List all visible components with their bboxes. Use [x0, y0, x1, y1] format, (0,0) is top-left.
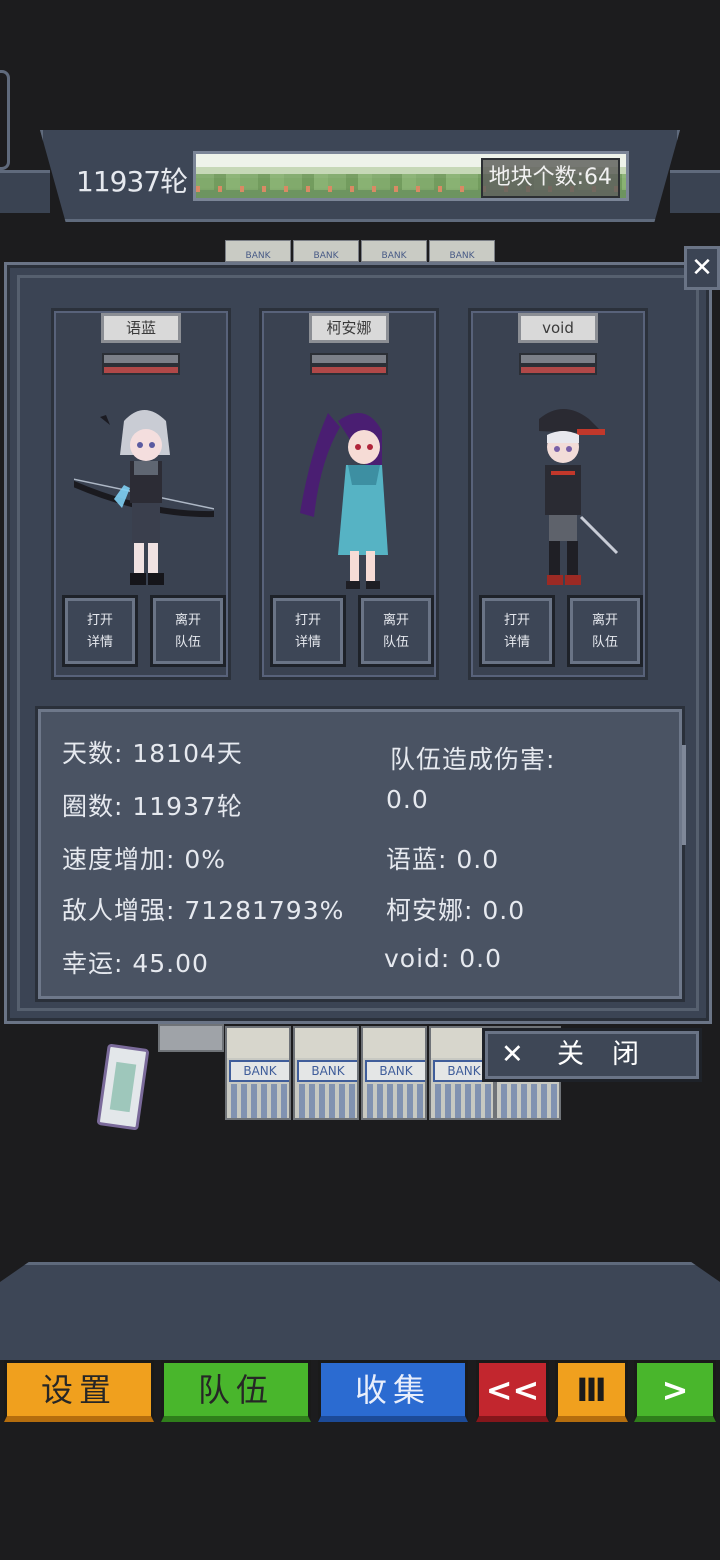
top-bank-tiles: BANK BANK BANK BANK: [225, 240, 497, 262]
member-name: void: [518, 313, 598, 343]
pause-button[interactable]: Ⅲ: [555, 1360, 628, 1422]
team-button[interactable]: 队伍: [161, 1360, 311, 1422]
mp-bar: [519, 365, 597, 375]
party-member-card: 柯安娜 打开 详情 离开 队伍: [259, 308, 439, 680]
bank-tile: BANK: [361, 240, 427, 262]
play-button[interactable]: >: [634, 1360, 716, 1422]
map-progress-strip: 地块个数:64: [193, 151, 629, 201]
bank-tile: BANK: [293, 1026, 359, 1120]
bank-tile: BANK: [429, 240, 495, 262]
close-button-label: 关闭: [557, 1039, 667, 1070]
bank-tile: BANK: [225, 240, 291, 262]
hp-bar: [519, 353, 597, 365]
party-member-card: void 打开 详情 离开 队伍: [468, 308, 648, 680]
archer-character-sprite: [74, 410, 214, 585]
party-member-card: 语蓝 打开 详情 离开 队伍: [51, 308, 231, 680]
mp-bar: [310, 365, 388, 375]
rewind-button[interactable]: <<: [476, 1360, 549, 1422]
leave-team-button[interactable]: 离开 队伍: [150, 595, 226, 667]
tile-count-badge: 地块个数:64: [480, 158, 620, 198]
bank-tile: BANK: [293, 240, 359, 262]
bank-tile: BANK: [225, 1026, 291, 1120]
qipao-character-sprite: [300, 413, 388, 589]
hp-bar: [102, 353, 180, 365]
member-name: 语蓝: [101, 313, 181, 343]
settings-button[interactable]: 设置: [4, 1360, 154, 1422]
stat-laps: 圈数: 11937轮: [62, 792, 243, 821]
close-icon: ✕: [501, 1039, 524, 1070]
close-dialog-button[interactable]: ✕ 关闭: [482, 1028, 702, 1082]
stat-days: 天数: 18104天: [62, 739, 243, 768]
team-damage-total: 0.0: [386, 785, 429, 814]
member-name: 柯安娜: [309, 313, 389, 343]
stat-luck: 幸运: 45.00: [62, 949, 209, 978]
dialog-close-icon[interactable]: ✕: [684, 246, 720, 290]
void-character-sprite: [539, 409, 619, 585]
damage-void: void: 0.0: [384, 944, 503, 973]
round-counter: 11937轮: [76, 165, 188, 198]
stat-enemy-boost: 敌人增强: 71281793%: [62, 896, 345, 925]
board-tile-small: [158, 1024, 224, 1052]
collected-card-icon[interactable]: [96, 1043, 150, 1131]
leave-team-button[interactable]: 离开 队伍: [567, 595, 643, 667]
stats-scrollbar[interactable]: [682, 745, 686, 845]
hp-bar: [310, 353, 388, 365]
collection-button[interactable]: 收集: [318, 1360, 468, 1422]
mp-bar: [102, 365, 180, 375]
top-bar-wing-right: [670, 170, 720, 213]
bottom-bar-frame: [0, 1262, 720, 1360]
stat-speed-bonus: 速度增加: 0%: [62, 845, 227, 874]
open-details-button[interactable]: 打开 详情: [270, 595, 346, 667]
damage-keanna: 柯安娜: 0.0: [386, 891, 526, 927]
open-details-button[interactable]: 打开 详情: [479, 595, 555, 667]
open-details-button[interactable]: 打开 详情: [62, 595, 138, 667]
leave-team-button[interactable]: 离开 队伍: [358, 595, 434, 667]
team-damage-title: 队伍造成伤害:: [390, 745, 556, 774]
damage-yulan: 语蓝: 0.0: [386, 845, 500, 874]
top-bar-wing-left: [0, 170, 50, 213]
bank-tile: BANK: [361, 1026, 427, 1120]
